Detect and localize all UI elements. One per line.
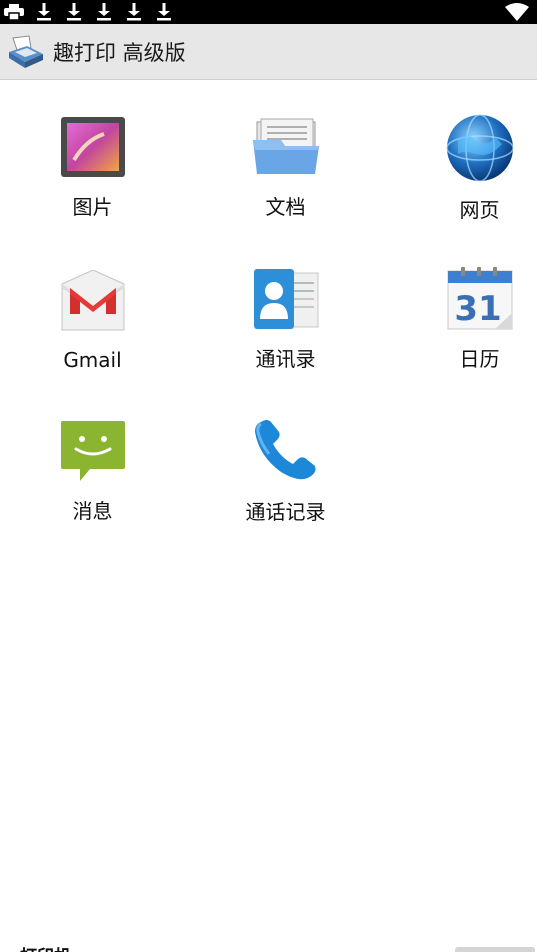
grid-item-label: 通讯录 <box>255 347 316 371</box>
grid-item-label: 图片 <box>72 195 113 219</box>
download-icon <box>154 3 174 21</box>
grid-item-gmail[interactable]: Gmail <box>3 232 182 372</box>
grid-item-contacts[interactable]: 通讯录 <box>196 232 375 372</box>
app-title: 趣打印 高级版 <box>53 40 186 65</box>
grid-item-webpage[interactable]: 网页 <box>390 80 537 222</box>
notification-icons <box>0 3 174 21</box>
calendar-day-number: 31 <box>454 289 501 329</box>
grid-item-label: 通话记录 <box>245 500 326 524</box>
grid-item-call-log[interactable]: 通话记录 <box>196 384 375 524</box>
download-icon <box>94 3 114 21</box>
grid-item-documents[interactable]: 文档 <box>196 80 375 220</box>
folder-icon <box>251 114 321 179</box>
action-bar: 趣打印 高级版 <box>0 24 537 80</box>
globe-icon <box>445 114 515 182</box>
contacts-icon <box>251 266 321 331</box>
status-bar <box>0 0 537 24</box>
calendar-icon: 31 <box>445 266 515 331</box>
grid-item-calendar[interactable]: 31 日历 <box>390 232 537 372</box>
messages-icon <box>58 418 128 483</box>
grid-item-label: 消息 <box>72 499 113 523</box>
grid-item-gallery[interactable]: 图片 <box>3 80 182 220</box>
printer-logo-icon[interactable] <box>7 32 45 72</box>
gmail-icon <box>58 266 128 336</box>
grid-item-label: Gmail <box>63 348 122 372</box>
printer-thumbnail <box>455 947 535 952</box>
download-icon <box>64 3 84 21</box>
system-icons <box>505 0 529 24</box>
grid-item-label: 日历 <box>459 347 500 371</box>
phone-icon <box>251 418 321 484</box>
grid-item-label: 网页 <box>459 198 500 222</box>
gallery-icon <box>58 114 128 179</box>
wifi-icon <box>505 3 529 21</box>
bottom-sheet[interactable]: 打印机 <box>0 940 537 952</box>
download-icon <box>124 3 144 21</box>
grid-item-label: 文档 <box>265 195 306 219</box>
grid-item-messages[interactable]: 消息 <box>3 384 182 524</box>
download-icon <box>34 3 54 21</box>
printer-section-label: 打印机 <box>20 942 71 952</box>
printer-icon <box>4 4 24 20</box>
